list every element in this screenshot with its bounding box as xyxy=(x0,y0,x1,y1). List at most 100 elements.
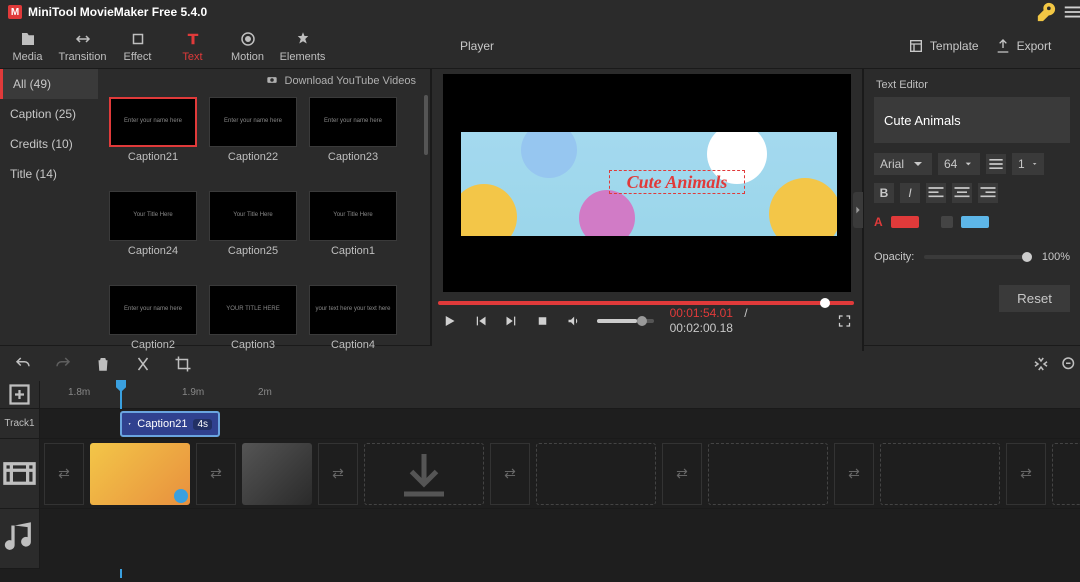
text-overlay[interactable]: Cute Animals xyxy=(609,170,745,194)
thumb-label: Caption22 xyxy=(228,151,278,163)
volume-slider[interactable] xyxy=(597,319,653,323)
download-label[interactable]: Download YouTube Videos xyxy=(285,75,417,87)
italic-button[interactable]: I xyxy=(900,183,920,203)
text-clip[interactable]: Caption21 4s xyxy=(120,411,220,437)
video-clip-1[interactable] xyxy=(90,443,190,505)
thumb-caption1[interactable]: Your Title Here xyxy=(309,191,397,241)
drop-slot[interactable] xyxy=(364,443,484,505)
text-clip-duration: 4s xyxy=(193,419,212,430)
tab-elements[interactable]: Elements xyxy=(275,24,330,68)
seek-bar[interactable] xyxy=(438,301,854,305)
thumb-caption3[interactable]: YOUR TITLE HERE xyxy=(209,285,297,335)
ruler-mark: 1.9m xyxy=(182,387,204,398)
highlight-swatch[interactable] xyxy=(961,216,989,228)
split-button[interactable] xyxy=(134,355,152,373)
audio-track[interactable] xyxy=(40,509,1080,569)
template-button[interactable]: Template xyxy=(908,38,979,54)
tab-transition[interactable]: Transition xyxy=(55,24,110,68)
stop-button[interactable] xyxy=(535,313,550,329)
fullscreen-button[interactable] xyxy=(837,313,852,329)
opacity-value: 100% xyxy=(1042,251,1070,263)
drop-slot[interactable] xyxy=(880,443,1000,505)
text-editor-label: Text Editor xyxy=(864,69,1080,97)
tab-media-label: Media xyxy=(13,51,43,63)
video-frame: Cute Animals xyxy=(443,74,851,292)
thumb-label: Caption2 xyxy=(131,339,175,351)
total-time: 00:02:00.18 xyxy=(670,321,733,335)
timeline-ruler[interactable]: 1.8m 1.9m 2m xyxy=(40,381,1080,409)
category-title[interactable]: Title (14) xyxy=(0,159,98,189)
align-center-button[interactable] xyxy=(952,183,972,203)
video-track[interactable]: ⇄ ⇄ ⇄ ⇄ ⇄ ⇄ ⇄ xyxy=(40,439,1080,509)
activate-icon[interactable] xyxy=(1034,1,1060,23)
transition-slot[interactable]: ⇄ xyxy=(662,443,702,505)
category-all[interactable]: All (49) xyxy=(0,69,98,99)
motion-icon xyxy=(238,30,258,48)
text-input[interactable] xyxy=(874,97,1070,143)
font-family-value: Arial xyxy=(880,157,904,171)
tab-text[interactable]: Text xyxy=(165,24,220,68)
transition-slot[interactable]: ⇄ xyxy=(44,443,84,505)
drop-slot[interactable] xyxy=(1052,443,1080,505)
video-clip-2[interactable] xyxy=(242,443,312,505)
thumb-caption4[interactable]: your text here your text here xyxy=(309,285,397,335)
opacity-slider[interactable] xyxy=(924,255,1032,259)
bold-button[interactable]: B xyxy=(874,183,894,203)
ruler-mark: 2m xyxy=(258,387,272,398)
transition-slot[interactable]: ⇄ xyxy=(490,443,530,505)
reset-button[interactable]: Reset xyxy=(999,285,1070,312)
crop-button[interactable] xyxy=(174,355,192,373)
text-icon xyxy=(183,30,203,48)
transition-slot[interactable]: ⇄ xyxy=(834,443,874,505)
thumb-caption25[interactable]: Your Title Here xyxy=(209,191,297,241)
library-grid: Enter your name hereCaption21Enter your … xyxy=(98,91,430,351)
ruler-mark: 1.8m xyxy=(68,387,90,398)
thumb-caption23[interactable]: Enter your name here xyxy=(309,97,397,147)
next-button[interactable] xyxy=(504,313,519,329)
library-scrollbar[interactable] xyxy=(424,95,428,155)
highlight-icon xyxy=(941,216,953,228)
add-track-button[interactable] xyxy=(0,381,40,409)
play-button[interactable] xyxy=(442,313,457,329)
category-credits[interactable]: Credits (10) xyxy=(0,129,98,159)
drop-slot[interactable] xyxy=(536,443,656,505)
font-family-select[interactable]: Arial xyxy=(874,153,932,175)
category-caption[interactable]: Caption (25) xyxy=(0,99,98,129)
line-height-select[interactable]: 1 xyxy=(1012,153,1044,175)
collapse-props-handle[interactable] xyxy=(853,192,863,228)
line-spacing-icon[interactable] xyxy=(986,154,1006,174)
video-track-icon xyxy=(0,439,40,509)
font-size-select[interactable]: 64 xyxy=(938,153,980,175)
thumb-caption22[interactable]: Enter your name here xyxy=(209,97,297,147)
text-clip-label: Caption21 xyxy=(137,418,187,430)
align-left-button[interactable] xyxy=(926,183,946,203)
tab-media[interactable]: Media xyxy=(0,24,55,68)
drop-slot[interactable] xyxy=(708,443,828,505)
transition-slot[interactable]: ⇄ xyxy=(196,443,236,505)
align-right-button[interactable] xyxy=(978,183,998,203)
thumb-caption2[interactable]: Enter your name here xyxy=(109,285,197,335)
text-property-panel: Text Editor Arial 64 1 B I xyxy=(864,69,1080,351)
tab-elements-label: Elements xyxy=(280,51,326,63)
font-color-swatch[interactable] xyxy=(891,216,919,228)
tab-effect[interactable]: Effect xyxy=(110,24,165,68)
transition-slot[interactable]: ⇄ xyxy=(318,443,358,505)
volume-icon[interactable] xyxy=(566,313,581,329)
redo-button[interactable] xyxy=(54,355,72,373)
tab-motion[interactable]: Motion xyxy=(220,24,275,68)
menu-icon[interactable] xyxy=(1060,1,1080,23)
preview-canvas: Cute Animals xyxy=(461,132,837,236)
text-track[interactable]: Caption21 4s xyxy=(40,409,1080,439)
delete-button[interactable] xyxy=(94,355,112,373)
library-categories: All (49) Caption (25) Credits (10) Title… xyxy=(0,69,98,351)
thumb-caption21[interactable]: Enter your name here xyxy=(109,97,197,147)
zoom-out-button[interactable] xyxy=(1060,355,1078,373)
fit-timeline-button[interactable] xyxy=(1032,355,1050,373)
prev-button[interactable] xyxy=(473,313,488,329)
undo-button[interactable] xyxy=(14,355,32,373)
transition-slot[interactable]: ⇄ xyxy=(1006,443,1046,505)
player-title: Player xyxy=(460,39,494,53)
app-title: MiniTool MovieMaker Free 5.4.0 xyxy=(28,5,207,19)
thumb-caption24[interactable]: Your Title Here xyxy=(109,191,197,241)
export-button[interactable]: Export xyxy=(995,38,1052,54)
